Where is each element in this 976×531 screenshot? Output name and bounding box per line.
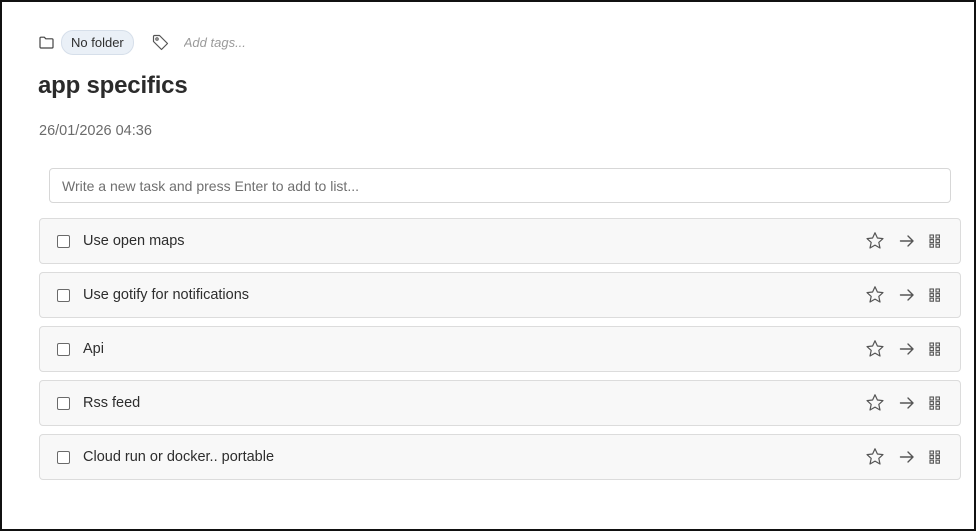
app-window: No folder app specifics 26/01/2026 04:36… [0, 0, 976, 531]
arrow-right-icon[interactable] [898, 448, 916, 466]
folder-icon [38, 35, 54, 51]
star-icon[interactable] [865, 231, 885, 251]
task-checkbox[interactable] [57, 450, 70, 464]
task-label[interactable]: Use gotify for notifications [83, 287, 249, 303]
task-row: Use gotify for notifications [39, 272, 961, 318]
arrow-right-icon[interactable] [898, 394, 916, 412]
drag-handle-icon[interactable] [928, 449, 942, 465]
task-row: Api [39, 326, 961, 372]
arrow-right-icon[interactable] [898, 232, 916, 250]
task-label[interactable]: Cloud run or docker.. portable [83, 449, 274, 465]
task-label[interactable]: Rss feed [83, 395, 140, 411]
task-actions [865, 435, 942, 479]
task-actions [865, 327, 942, 371]
note-meta-row: No folder [38, 30, 304, 55]
task-actions [865, 381, 942, 425]
star-icon[interactable] [865, 393, 885, 413]
task-checkbox[interactable] [57, 396, 70, 410]
folder-chip[interactable]: No folder [61, 30, 134, 55]
page-title[interactable]: app specifics [38, 72, 188, 100]
arrow-right-icon[interactable] [898, 340, 916, 358]
task-row: Rss feed [39, 380, 961, 426]
tag-icon[interactable] [152, 34, 170, 52]
drag-handle-icon[interactable] [928, 233, 942, 249]
task-row: Use open maps [39, 218, 961, 264]
task-label[interactable]: Api [83, 341, 104, 357]
task-label[interactable]: Use open maps [83, 233, 185, 249]
star-icon[interactable] [865, 339, 885, 359]
note-timestamp: 26/01/2026 04:36 [39, 123, 152, 139]
arrow-right-icon[interactable] [898, 286, 916, 304]
star-icon[interactable] [865, 285, 885, 305]
task-checkbox[interactable] [57, 288, 70, 302]
task-row: Cloud run or docker.. portable [39, 434, 961, 480]
tags-input[interactable] [183, 35, 304, 50]
star-icon[interactable] [865, 447, 885, 467]
task-actions [865, 219, 942, 263]
task-checkbox[interactable] [57, 342, 70, 356]
drag-handle-icon[interactable] [928, 341, 942, 357]
drag-handle-icon[interactable] [928, 287, 942, 303]
task-actions [865, 273, 942, 317]
new-task-input[interactable] [49, 168, 951, 203]
drag-handle-icon[interactable] [928, 395, 942, 411]
task-checkbox[interactable] [57, 234, 70, 248]
task-list: Use open maps Use gotify for notificatio… [39, 218, 961, 488]
